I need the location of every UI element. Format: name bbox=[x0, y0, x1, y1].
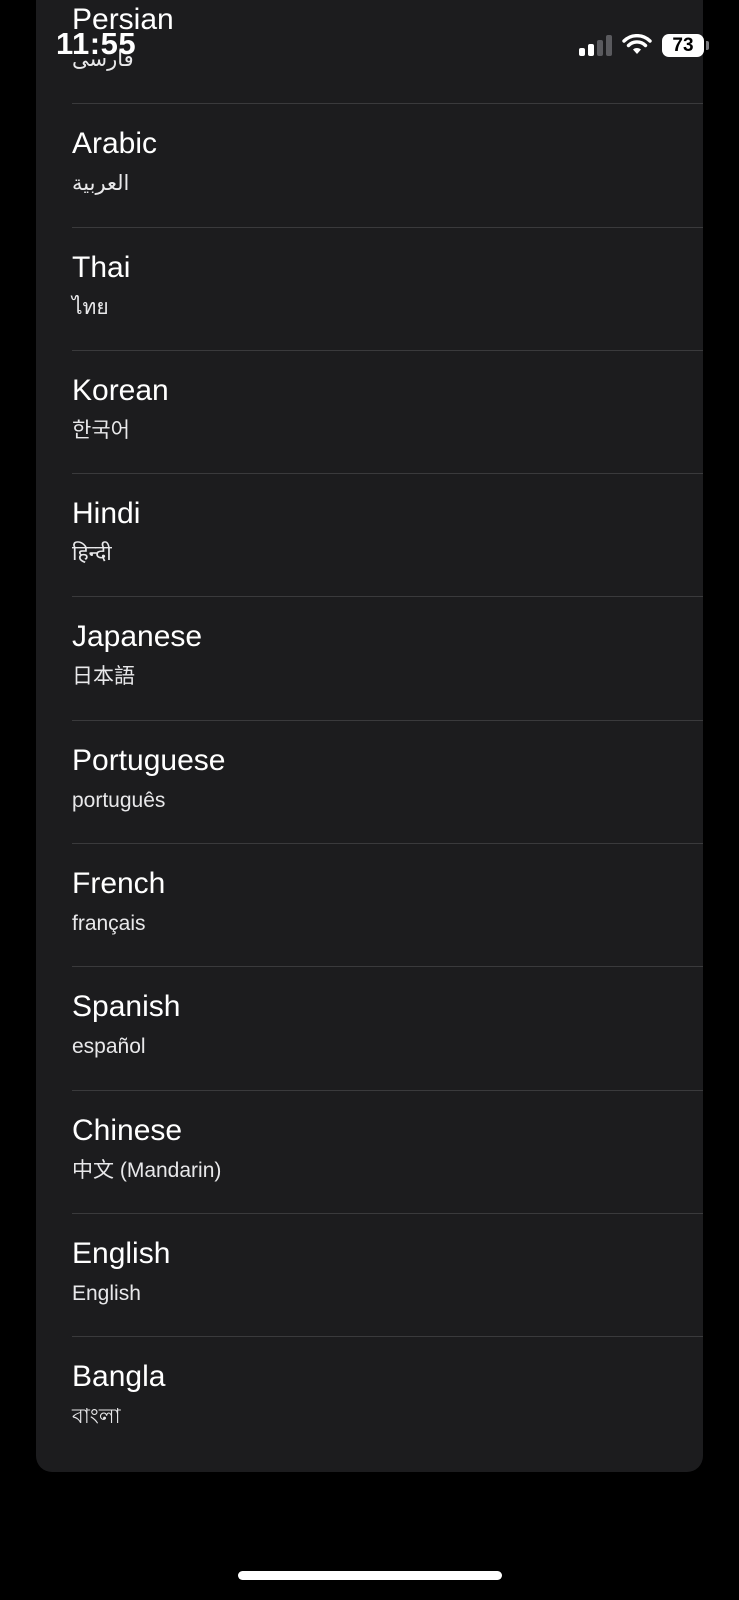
language-name: Persian bbox=[72, 3, 174, 36]
language-row-korean[interactable]: Korean 한국어 bbox=[72, 349, 703, 473]
language-name: Portuguese bbox=[72, 743, 226, 777]
language-name: Chinese bbox=[72, 1113, 183, 1147]
language-list-sheet: Persian فارسی Arabic العربية Thai ไทย Ko… bbox=[36, 0, 703, 1472]
language-native-name: español bbox=[72, 1035, 146, 1059]
language-name: Bangla bbox=[72, 1360, 166, 1394]
language-name: Hindi bbox=[72, 497, 141, 531]
language-row-arabic[interactable]: Arabic العربية bbox=[72, 103, 703, 226]
language-native-name: português bbox=[72, 788, 166, 812]
language-name: Korean bbox=[72, 373, 169, 407]
language-name: Arabic bbox=[72, 127, 158, 161]
language-native-name: ไทย bbox=[72, 295, 109, 319]
language-native-name: العربية bbox=[72, 172, 130, 196]
language-row-persian[interactable]: Persian فارسی bbox=[72, 0, 703, 103]
language-native-name: 日本語 bbox=[72, 665, 135, 689]
language-list: Persian فارسی Arabic العربية Thai ไทย Ko… bbox=[72, 0, 703, 1460]
language-row-bangla[interactable]: Bangla বাংলা bbox=[72, 1336, 703, 1459]
language-row-spanish[interactable]: Spanish español bbox=[72, 966, 703, 1089]
language-native-name: हिन्दी bbox=[72, 542, 112, 566]
language-row-hindi[interactable]: Hindi हिन्दी bbox=[72, 473, 703, 596]
language-name: Thai bbox=[72, 250, 131, 284]
language-row-chinese[interactable]: Chinese 中文 (Mandarin) bbox=[72, 1089, 703, 1213]
language-row-english[interactable]: English English bbox=[72, 1212, 703, 1336]
language-native-name: فارسی bbox=[72, 48, 134, 71]
language-row-french[interactable]: French français bbox=[72, 843, 703, 966]
language-row-thai[interactable]: Thai ไทย bbox=[72, 226, 703, 350]
language-name: French bbox=[72, 867, 166, 901]
home-indicator[interactable] bbox=[238, 1571, 502, 1580]
language-name: Spanish bbox=[72, 990, 181, 1024]
language-native-name: বাংলা bbox=[72, 1405, 121, 1429]
language-native-name: 한국어 bbox=[72, 418, 130, 442]
language-native-name: français bbox=[72, 912, 146, 936]
language-native-name: 中文 (Mandarin) bbox=[72, 1158, 222, 1182]
language-row-japanese[interactable]: Japanese 日本語 bbox=[72, 596, 703, 719]
language-name: Japanese bbox=[72, 620, 203, 654]
language-native-name: English bbox=[72, 1281, 141, 1305]
language-name: English bbox=[72, 1236, 171, 1270]
language-row-portuguese[interactable]: Portuguese português bbox=[72, 719, 703, 843]
